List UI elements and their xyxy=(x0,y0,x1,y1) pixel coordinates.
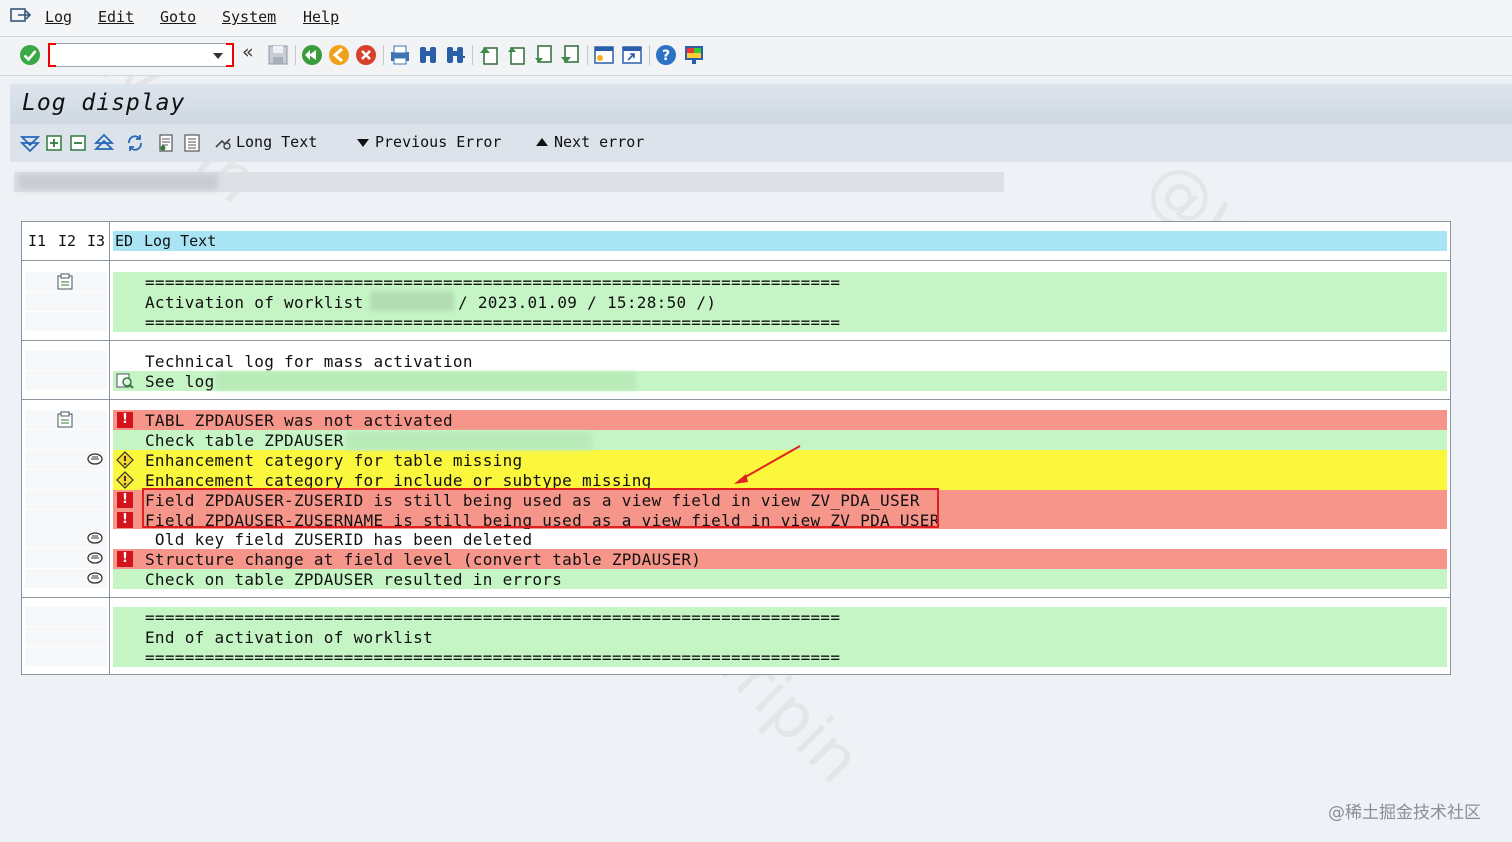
header-i2[interactable]: I2 xyxy=(58,232,76,250)
redacted-worklist-id xyxy=(370,291,454,311)
table-row[interactable]: ========================================… xyxy=(22,647,1450,667)
error-icon: ! xyxy=(117,512,133,528)
message-icon[interactable] xyxy=(87,552,103,566)
back-icon[interactable] xyxy=(300,43,324,67)
redacted-info-bar xyxy=(14,172,1004,192)
chevron-down-icon[interactable] xyxy=(213,53,223,59)
log-text: Check on table ZPDAUSER resulted in erro… xyxy=(145,570,563,589)
cancel-icon[interactable] xyxy=(354,43,378,67)
long-text-button[interactable]: Long Text xyxy=(236,133,317,151)
document-icon[interactable] xyxy=(56,273,74,291)
log-text: Check table ZPDAUSER xyxy=(145,431,344,450)
log-text: Technical log for mass activation xyxy=(145,352,473,371)
menu-icon[interactable] xyxy=(10,6,32,24)
header-i3[interactable]: I3 xyxy=(87,232,105,250)
long-text-icon[interactable] xyxy=(213,133,233,153)
table-row[interactable]: ! TABL ZPDAUSER was not activated xyxy=(22,410,1450,430)
next-error-button[interactable]: Next error xyxy=(554,133,644,151)
list-view-icon[interactable] xyxy=(182,133,202,153)
find-icon[interactable] xyxy=(416,43,440,67)
table-row[interactable]: Check on table ZPDAUSER resulted in erro… xyxy=(22,569,1450,589)
save-icon[interactable] xyxy=(266,43,290,67)
log-text: Old key field ZUSERID has been deleted xyxy=(145,530,533,549)
error-icon: ! xyxy=(117,492,133,508)
svg-text:?: ? xyxy=(662,48,670,64)
table-row[interactable]: Activation of worklist / 2023.01.09 / 15… xyxy=(22,292,1450,312)
document-icon[interactable] xyxy=(56,411,74,429)
table-row[interactable]: Technical log for mass activation xyxy=(22,351,1450,371)
redacted-check-ref xyxy=(346,432,592,450)
warning-icon xyxy=(116,471,134,489)
first-page-icon[interactable] xyxy=(477,43,501,67)
table-row[interactable]: ! Structure change at field level (conve… xyxy=(22,549,1450,569)
log-text: End of activation of worklist xyxy=(145,628,434,647)
triangle-down-icon xyxy=(357,139,369,147)
command-field[interactable] xyxy=(48,43,234,67)
details-icon[interactable] xyxy=(156,133,176,153)
table-row[interactable]: End of activation of worklist xyxy=(22,627,1450,647)
help-icon[interactable]: ? xyxy=(654,43,678,67)
back-double-arrow-icon[interactable]: « xyxy=(242,41,266,65)
previous-error-button[interactable]: Previous Error xyxy=(375,133,501,151)
annotation-arrow xyxy=(734,445,801,484)
next-page-icon[interactable] xyxy=(531,43,555,67)
log-text: See log xyxy=(145,372,215,391)
redacted-log-ref xyxy=(216,372,636,390)
application-toolbar: Long Text Previous Error Next error xyxy=(10,124,1512,162)
message-icon[interactable] xyxy=(87,572,103,586)
log-text-timestamp: / 2023.01.09 / 15:28:50 /) xyxy=(458,293,717,312)
exit-icon[interactable] xyxy=(327,43,351,67)
page-title: Log display xyxy=(22,90,186,116)
log-text: Activation of worklist xyxy=(145,293,364,312)
print-icon[interactable] xyxy=(388,43,412,67)
log-text: ========================================… xyxy=(145,648,841,667)
watermark-text: @稀土掘金技术社区 xyxy=(1328,803,1481,823)
log-text: ========================================… xyxy=(145,608,841,627)
collapse-subtree-icon[interactable] xyxy=(68,133,88,153)
table-header-row: I1 I2 I3 ED Log Text xyxy=(22,231,1450,253)
title-bar: Log display xyxy=(10,84,1512,124)
message-icon[interactable] xyxy=(87,532,103,546)
log-text: ========================================… xyxy=(145,273,841,292)
refresh-icon[interactable] xyxy=(125,133,145,153)
warning-icon xyxy=(116,451,134,469)
menu-item-edit[interactable]: Edit xyxy=(98,8,134,26)
log-text: Enhancement category for table missing xyxy=(145,451,523,470)
header-i1[interactable]: I1 xyxy=(28,232,46,250)
table-row[interactable]: ========================================… xyxy=(22,312,1450,332)
log-text: ========================================… xyxy=(145,313,841,332)
table-row[interactable]: ========================================… xyxy=(22,607,1450,627)
log-text: Structure change at field level (convert… xyxy=(145,550,702,569)
collapse-all-icon[interactable] xyxy=(94,133,114,153)
find-next-icon[interactable] xyxy=(443,43,467,67)
message-icon[interactable] xyxy=(87,453,103,467)
menu-item-goto[interactable]: Goto xyxy=(160,8,196,26)
header-ed[interactable]: ED xyxy=(115,232,133,250)
error-icon: ! xyxy=(117,551,133,567)
log-text: TABL ZPDAUSER was not activated xyxy=(145,411,453,430)
highlight-box xyxy=(142,488,939,528)
create-session-icon[interactable] xyxy=(592,43,616,67)
header-log-text[interactable]: Log Text xyxy=(144,232,216,250)
expand-all-icon[interactable] xyxy=(20,133,40,153)
menu-item-help[interactable]: Help xyxy=(303,8,339,26)
table-row[interactable]: ========================================… xyxy=(22,272,1450,292)
enter-icon[interactable] xyxy=(18,43,42,67)
shortcut-icon[interactable] xyxy=(620,43,644,67)
menu-bar: Log Edit Goto System Help xyxy=(0,0,1512,37)
expand-subtree-icon[interactable] xyxy=(44,133,64,153)
error-icon: ! xyxy=(117,412,133,428)
log-viewer-icon[interactable] xyxy=(116,372,134,390)
table-row[interactable]: Old key field ZUSERID has been deleted xyxy=(22,529,1450,549)
menu-item-log[interactable]: Log xyxy=(45,8,72,26)
triangle-up-icon xyxy=(536,138,548,146)
layout-menu-icon[interactable] xyxy=(682,43,706,67)
last-page-icon[interactable] xyxy=(558,43,582,67)
system-toolbar: « ? xyxy=(0,37,1512,76)
menu-item-system[interactable]: System xyxy=(222,8,276,26)
previous-page-icon[interactable] xyxy=(504,43,528,67)
